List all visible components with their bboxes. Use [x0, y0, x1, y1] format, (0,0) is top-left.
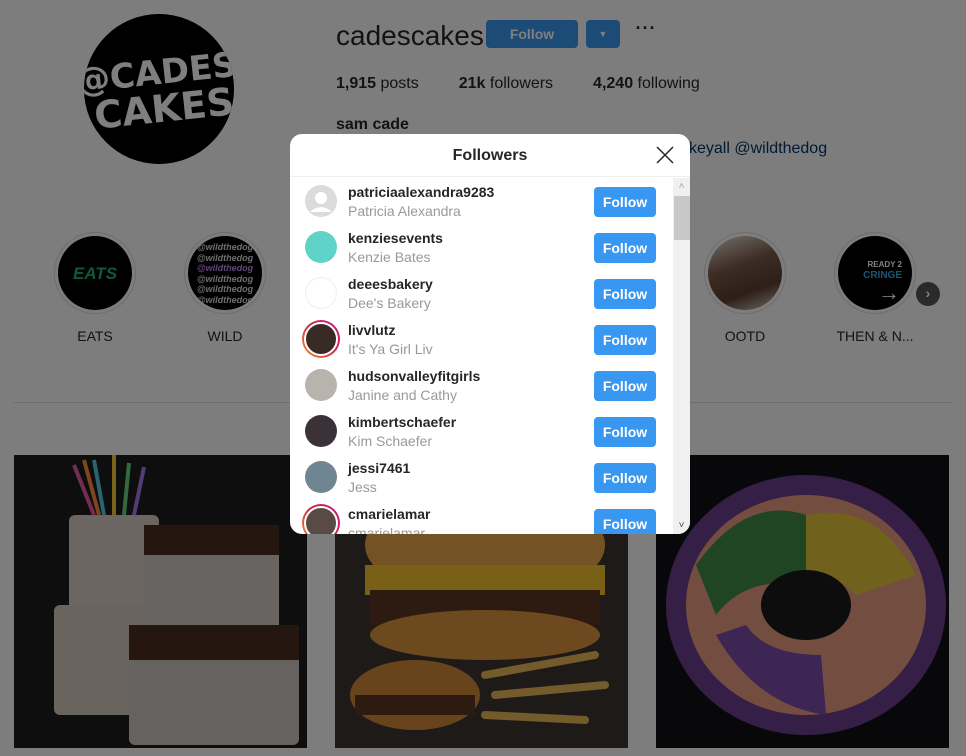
follower-avatar[interactable] [305, 415, 337, 447]
follower-avatar[interactable] [305, 277, 337, 309]
follower-row: kimbertschaefer Kim Schaefer Follow [290, 408, 673, 454]
followers-list: patriciaalexandra9283 Patricia Alexandra F… [290, 178, 673, 534]
avatar-image [304, 506, 338, 534]
follower-row: jessi7461 Jess Follow [290, 454, 673, 500]
follower-full-name: Kim Schaefer [348, 433, 433, 449]
default-avatar-icon [305, 185, 337, 217]
dialog-scrollbar[interactable]: ˄ ˅ [673, 178, 690, 534]
follower-full-name: It's Ya Girl Liv [348, 341, 433, 357]
follower-full-name: Kenzie Bates [348, 249, 431, 265]
follower-username[interactable]: hudsonvalleyfitgirls [348, 368, 480, 384]
follower-username[interactable]: deeesbakery [348, 276, 433, 292]
follower-full-name: Dee's Bakery [348, 295, 431, 311]
follow-user-button[interactable]: Follow [594, 187, 656, 217]
scroll-thumb[interactable] [674, 196, 690, 240]
follower-username[interactable]: cmarielamar [348, 506, 431, 522]
follower-avatar[interactable] [305, 231, 337, 263]
close-icon [656, 146, 674, 164]
scroll-down-arrow-icon[interactable]: ˅ [673, 517, 690, 534]
follower-row: cmarielamar cmarielamar Follow [290, 500, 673, 534]
follower-avatar[interactable] [305, 185, 337, 217]
scroll-up-arrow-icon[interactable]: ˄ [673, 178, 690, 195]
follower-row: patriciaalexandra9283 Patricia Alexandra F… [290, 178, 673, 224]
follower-avatar[interactable] [305, 369, 337, 401]
follower-username[interactable]: kenziesevents [348, 230, 443, 246]
follow-user-button[interactable]: Follow [594, 279, 656, 309]
follow-user-button[interactable]: Follow [594, 417, 656, 447]
follow-user-button[interactable]: Follow [594, 509, 656, 534]
follower-avatar[interactable] [302, 504, 340, 534]
followers-dialog: Followers patriciaalexandra9283 Patricia … [290, 134, 690, 534]
follower-full-name: Janine and Cathy [348, 387, 457, 403]
follower-row: kenziesevents Kenzie Bates Follow [290, 224, 673, 270]
follower-full-name: cmarielamar [348, 525, 426, 534]
follow-user-button[interactable]: Follow [594, 371, 656, 401]
follower-username[interactable]: patriciaalexandra9283 [348, 184, 494, 200]
dialog-title: Followers [452, 147, 528, 164]
follower-avatar[interactable] [305, 461, 337, 493]
follow-user-button[interactable]: Follow [594, 463, 656, 493]
follower-username[interactable]: jessi7461 [348, 460, 410, 476]
follower-row: deeesbakery Dee's Bakery Follow [290, 270, 673, 316]
follower-username[interactable]: kimbertschaefer [348, 414, 456, 430]
avatar-image [304, 322, 338, 356]
close-button[interactable] [654, 144, 676, 166]
follower-full-name: Jess [348, 479, 377, 495]
follower-avatar[interactable] [302, 320, 340, 358]
follower-row: livvlutz It's Ya Girl Liv Follow [290, 316, 673, 362]
follow-user-button[interactable]: Follow [594, 233, 656, 263]
follower-full-name: Patricia Alexandra [348, 203, 461, 219]
profile-page: @CADES CAKES cadescakes Follow ▼ ··· 1,9… [0, 0, 966, 756]
follow-user-button[interactable]: Follow [594, 325, 656, 355]
dialog-header: Followers [290, 134, 690, 177]
follower-username[interactable]: livvlutz [348, 322, 395, 338]
follower-row: hudsonvalleyfitgirls Janine and Cathy Foll… [290, 362, 673, 408]
